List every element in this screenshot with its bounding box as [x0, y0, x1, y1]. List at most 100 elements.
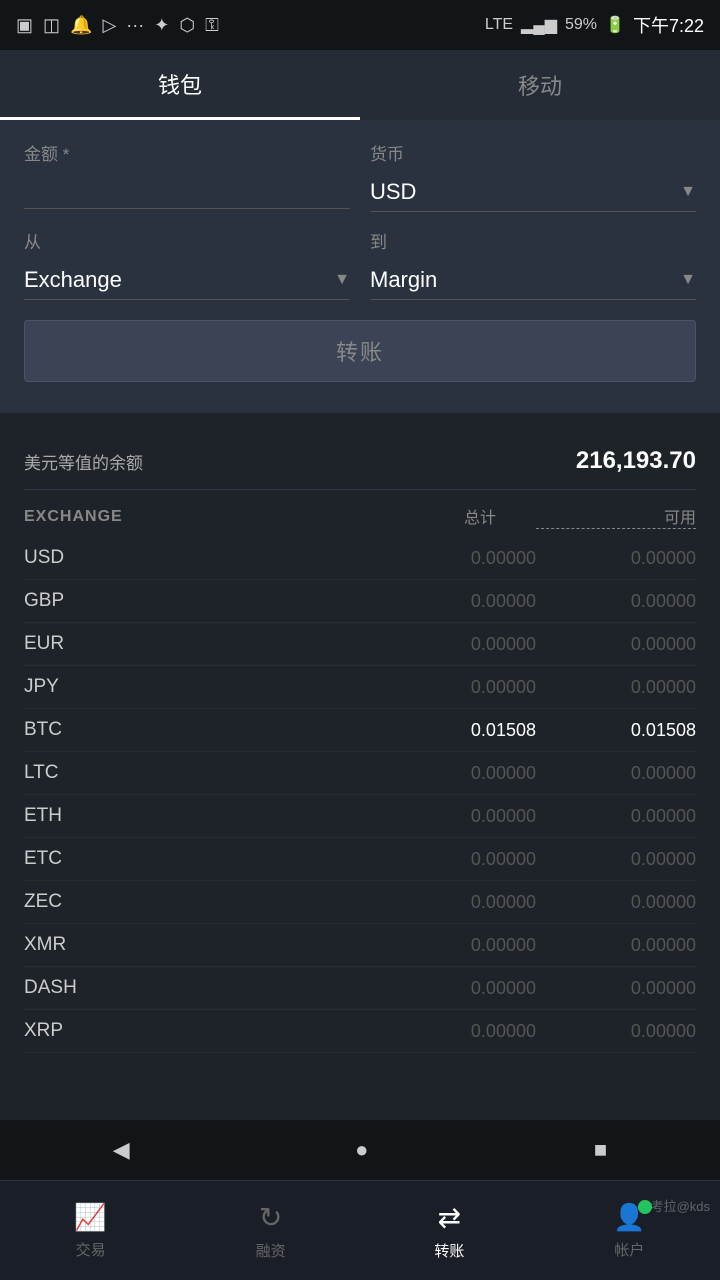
currency-XRP: XRP	[24, 1020, 124, 1042]
from-select[interactable]: Exchange ▼	[24, 261, 350, 300]
online-indicator	[638, 1200, 652, 1214]
currency-select[interactable]: USD ▼	[370, 173, 696, 212]
total-GBP: 0.00000	[376, 591, 536, 612]
from-label: 从	[24, 228, 350, 253]
bluetooth-icon: ✦	[154, 15, 169, 36]
tab-wallet[interactable]: 钱包	[0, 50, 360, 120]
available-XMR: 0.00000	[536, 935, 696, 956]
total-BTC: 0.01508	[376, 720, 536, 741]
key-icon: ⚿	[205, 15, 219, 36]
nav-account[interactable]: 👤 帐户	[613, 1202, 645, 1260]
available-JPY: 0.00000	[536, 677, 696, 698]
currency-GBP: GBP	[24, 590, 124, 612]
table-row: GBP 0.00000 0.00000	[24, 580, 696, 623]
balance-section: 美元等值的余额 216,193.70	[0, 412, 720, 490]
available-DASH: 0.00000	[536, 978, 696, 999]
currency-dropdown-arrow: ▼	[680, 183, 696, 201]
ellipsis-icon: ···	[126, 15, 144, 36]
nav-fund[interactable]: ↻ 融资	[256, 1201, 286, 1261]
signal-icon: ◫	[43, 15, 60, 36]
bottom-nav: 📈 交易 ↻ 融资 ⇄ 转账 👤 帐户	[0, 1180, 720, 1280]
available-LTC: 0.00000	[536, 763, 696, 784]
col-available: 可用	[536, 504, 696, 529]
nav-fund-label: 融资	[256, 1240, 286, 1261]
balance-value: 216,193.70	[576, 447, 696, 475]
values-JPY: 0.00000 0.00000	[124, 677, 696, 698]
total-LTC: 0.00000	[376, 763, 536, 784]
total-XRP: 0.00000	[376, 1021, 536, 1042]
values-XMR: 0.00000 0.00000	[124, 935, 696, 956]
status-right-icons: LTE ▂▄▆ 59% 🔋 下午7:22	[485, 12, 704, 38]
total-XMR: 0.00000	[376, 935, 536, 956]
available-ETH: 0.00000	[536, 806, 696, 827]
total-USD: 0.00000	[376, 548, 536, 569]
nfc-icon: ⬡	[179, 15, 195, 36]
fund-icon: ↻	[259, 1201, 282, 1234]
available-BTC: 0.01508	[536, 720, 696, 741]
values-ZEC: 0.00000 0.00000	[124, 892, 696, 913]
android-nav-bar: ◀ ● ■	[0, 1120, 720, 1180]
table-row: ETC 0.00000 0.00000	[24, 838, 696, 881]
top-tab-bar: 钱包 移动	[0, 50, 720, 120]
values-XRP: 0.00000 0.00000	[124, 1021, 696, 1042]
from-dropdown-arrow: ▼	[334, 271, 350, 289]
status-left-icons: ▣ ◫ 🔔 ▷ ··· ✦ ⬡ ⚿	[16, 15, 219, 36]
total-ETH: 0.00000	[376, 806, 536, 827]
clock: 下午7:22	[633, 12, 704, 38]
amount-col: 金额 *	[24, 140, 350, 212]
to-value: Margin	[370, 267, 437, 293]
table-row: ETH 0.00000 0.00000	[24, 795, 696, 838]
values-ETC: 0.00000 0.00000	[124, 849, 696, 870]
back-button[interactable]: ◀	[113, 1137, 130, 1163]
currency-value: USD	[370, 179, 416, 205]
transfer-form: 金额 * 货币 USD ▼ 从 Exchange ▼	[0, 120, 720, 412]
to-col: 到 Margin ▼	[370, 228, 696, 300]
amount-label: 金额 *	[24, 140, 350, 165]
nav-trade-label: 交易	[76, 1239, 106, 1260]
signal-bars: ▂▄▆	[521, 15, 557, 35]
table-row: EUR 0.00000 0.00000	[24, 623, 696, 666]
balance-row: 美元等值的余额 216,193.70	[24, 433, 696, 490]
form-row-from-to: 从 Exchange ▼ 到 Margin ▼	[24, 228, 696, 300]
table-row: BTC 0.01508 0.01508	[24, 709, 696, 752]
trade-icon: 📈	[74, 1202, 106, 1233]
available-ZEC: 0.00000	[536, 892, 696, 913]
doc-icon: ▣	[16, 15, 33, 36]
from-value: Exchange	[24, 267, 122, 293]
values-ETH: 0.00000 0.00000	[124, 806, 696, 827]
total-DASH: 0.00000	[376, 978, 536, 999]
table-row: JPY 0.00000 0.00000	[24, 666, 696, 709]
nav-transfer[interactable]: ⇄ 转账	[434, 1201, 464, 1261]
values-BTC: 0.01508 0.01508	[124, 720, 696, 741]
table-rows: USD 0.00000 0.00000 GBP 0.00000 0.00000	[24, 537, 696, 1053]
available-XRP: 0.00000	[536, 1021, 696, 1042]
table-row: DASH 0.00000 0.00000	[24, 967, 696, 1010]
currency-DASH: DASH	[24, 977, 124, 999]
nav-trade[interactable]: 📈 交易	[74, 1202, 106, 1260]
currency-XMR: XMR	[24, 934, 124, 956]
values-GBP: 0.00000 0.00000	[124, 591, 696, 612]
table-row: XMR 0.00000 0.00000	[24, 924, 696, 967]
values-DASH: 0.00000 0.00000	[124, 978, 696, 999]
to-label: 到	[370, 228, 696, 253]
transfer-icon: ⇄	[438, 1201, 461, 1234]
transfer-button[interactable]: 转账	[24, 320, 696, 382]
form-row-amount-currency: 金额 * 货币 USD ▼	[24, 140, 696, 212]
transfer-button-row: 转账	[24, 320, 696, 382]
tab-move[interactable]: 移动	[360, 50, 720, 120]
available-GBP: 0.00000	[536, 591, 696, 612]
currency-label: 货币	[370, 140, 696, 165]
amount-input[interactable]	[24, 173, 350, 209]
to-select[interactable]: Margin ▼	[370, 261, 696, 300]
available-USD: 0.00000	[536, 548, 696, 569]
status-bar: ▣ ◫ 🔔 ▷ ··· ✦ ⬡ ⚿ LTE ▂▄▆ 59% 🔋 下午7:22	[0, 0, 720, 50]
total-ZEC: 0.00000	[376, 892, 536, 913]
recent-button[interactable]: ■	[594, 1137, 607, 1163]
watermark: 考拉@kds	[651, 1196, 710, 1215]
lte-indicator: LTE	[485, 16, 513, 34]
total-JPY: 0.00000	[376, 677, 536, 698]
total-EUR: 0.00000	[376, 634, 536, 655]
table-row: USD 0.00000 0.00000	[24, 537, 696, 580]
from-col: 从 Exchange ▼	[24, 228, 350, 300]
home-button[interactable]: ●	[355, 1137, 368, 1163]
